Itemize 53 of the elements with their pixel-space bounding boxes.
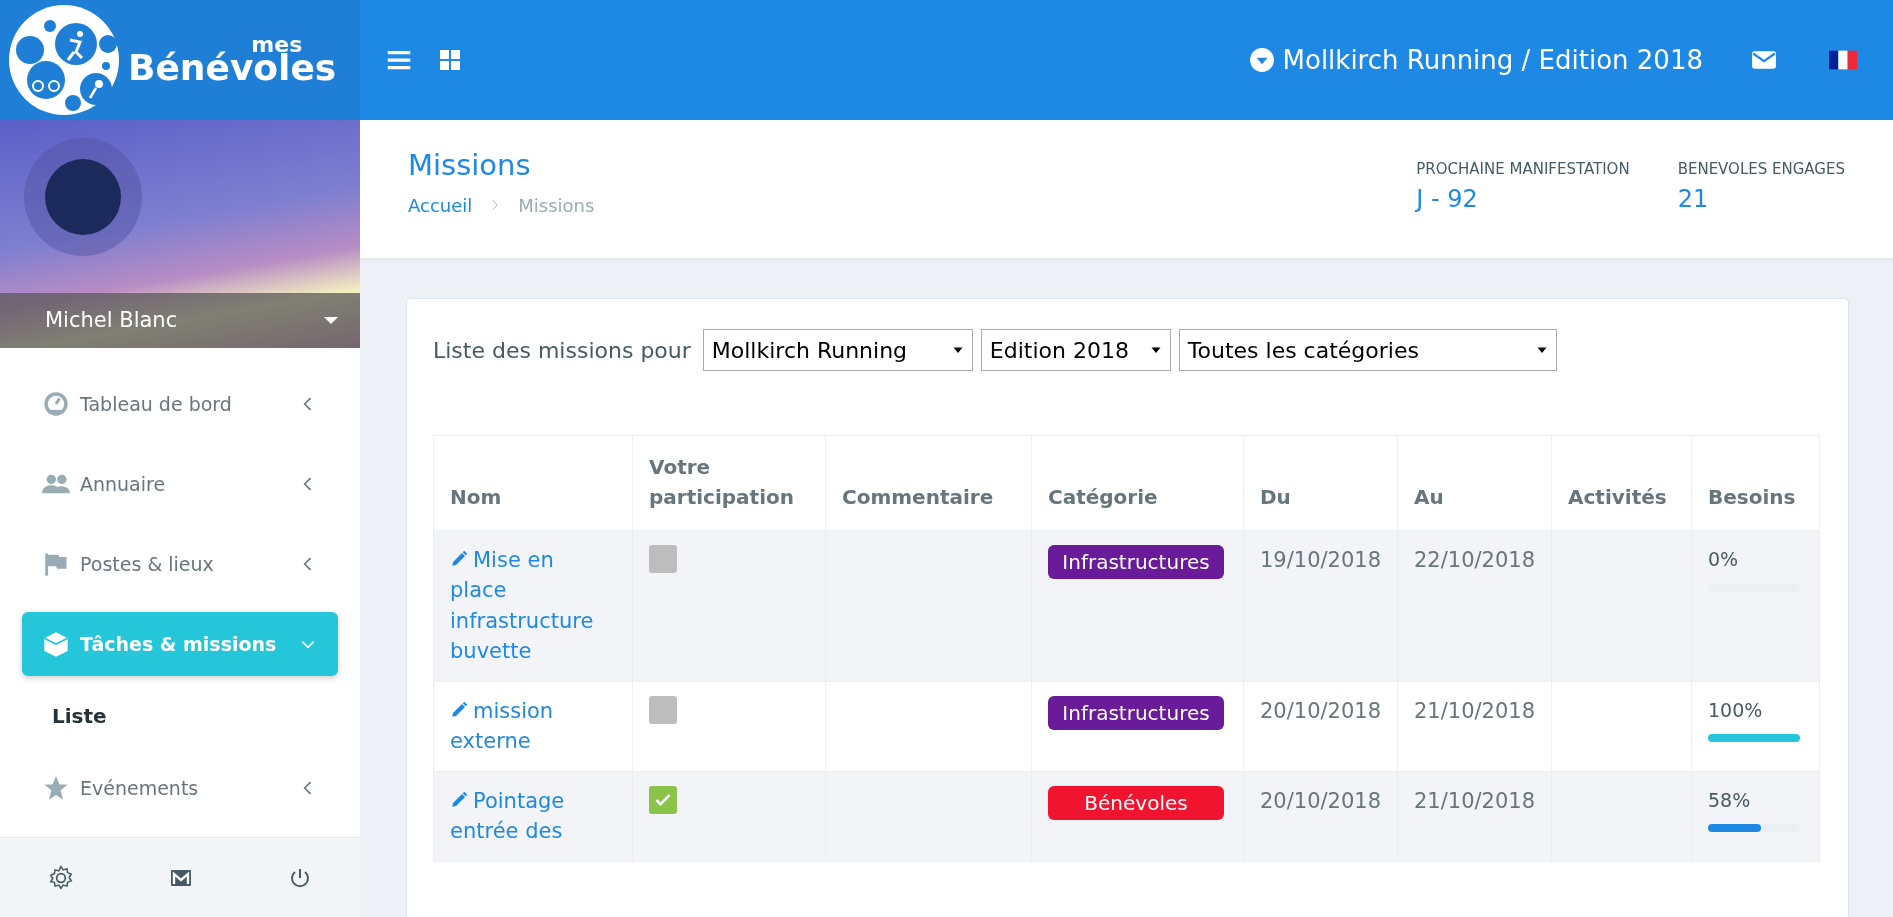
- settings-icon: [47, 864, 74, 891]
- date-cell: 21/10/2018: [1397, 681, 1552, 772]
- menu-item[interactable]: Evénements: [22, 756, 338, 820]
- filter-label: Liste des missions pour: [433, 336, 691, 365]
- date-cell: 21/10/2018: [1397, 771, 1552, 861]
- need-percentage: 100%: [1708, 697, 1764, 723]
- date-cell: 22/10/2018: [1397, 530, 1552, 682]
- participation-checkbox[interactable]: [649, 785, 677, 814]
- pencil-icon: [450, 700, 468, 719]
- pencil-icon: [450, 550, 468, 568]
- column-header: Nom: [433, 435, 633, 531]
- column-header: Au: [1397, 435, 1552, 531]
- category-tag: Infrastructures: [1048, 695, 1224, 730]
- submenu-item[interactable]: Liste: [0, 684, 360, 748]
- grid-button[interactable]: [438, 47, 462, 73]
- stat-label: PROCHAINE MANIFESTATION: [1416, 159, 1630, 180]
- participation-checkbox[interactable]: [649, 695, 677, 724]
- menu-item[interactable]: Annuaire: [22, 452, 338, 516]
- need-percentage: 0%: [1708, 547, 1740, 572]
- category-tag: Bénévoles: [1048, 785, 1224, 820]
- category-tag: Infrastructures: [1048, 545, 1224, 579]
- participation-checkbox[interactable]: [649, 545, 677, 573]
- stat-value: 21: [1677, 183, 1710, 215]
- breadcrumb-current: Missions: [518, 193, 595, 218]
- grid-icon: [438, 48, 462, 73]
- cube-icon: [42, 630, 70, 658]
- column-header: Du: [1243, 435, 1398, 531]
- select-field[interactable]: Mollkirch Running: [702, 329, 973, 371]
- page-title: Missions: [408, 147, 532, 184]
- stat-label: BENEVOLES ENGAGES: [1677, 159, 1845, 180]
- date-cell: 19/10/2018: [1243, 530, 1398, 682]
- menu-item[interactable]: Tableau de bord: [22, 372, 338, 436]
- date-cell: 20/10/2018: [1243, 681, 1398, 772]
- caret-icon: [324, 317, 338, 324]
- column-header: Votre participation: [632, 435, 826, 531]
- menu-item[interactable]: Postes & lieux: [22, 532, 338, 596]
- column-header: Commentaire: [825, 435, 1032, 531]
- column-header: Activités: [1551, 435, 1692, 531]
- stat-value: J - 92: [1416, 183, 1479, 215]
- pencil-icon: [450, 790, 468, 809]
- column-header: Catégorie: [1031, 435, 1244, 531]
- dropdown-icon: [1248, 47, 1275, 73]
- settings-button[interactable]: [47, 864, 74, 891]
- gauge-icon: [42, 390, 70, 418]
- need-percentage: 58%: [1708, 787, 1752, 813]
- column-header: Besoins: [1691, 435, 1820, 531]
- user-menu[interactable]: Michel Blanc: [0, 293, 360, 348]
- date-cell: 20/10/2018: [1243, 771, 1398, 861]
- event-selector[interactable]: Mollkirch Running / Edition 2018: [1248, 40, 1703, 80]
- select-field[interactable]: Toutes les catégories: [1178, 329, 1557, 371]
- select-field[interactable]: Edition 2018: [980, 329, 1171, 371]
- breadcrumb-link[interactable]: Accueil: [408, 191, 473, 219]
- logo-text: Bénévoles: [128, 50, 337, 86]
